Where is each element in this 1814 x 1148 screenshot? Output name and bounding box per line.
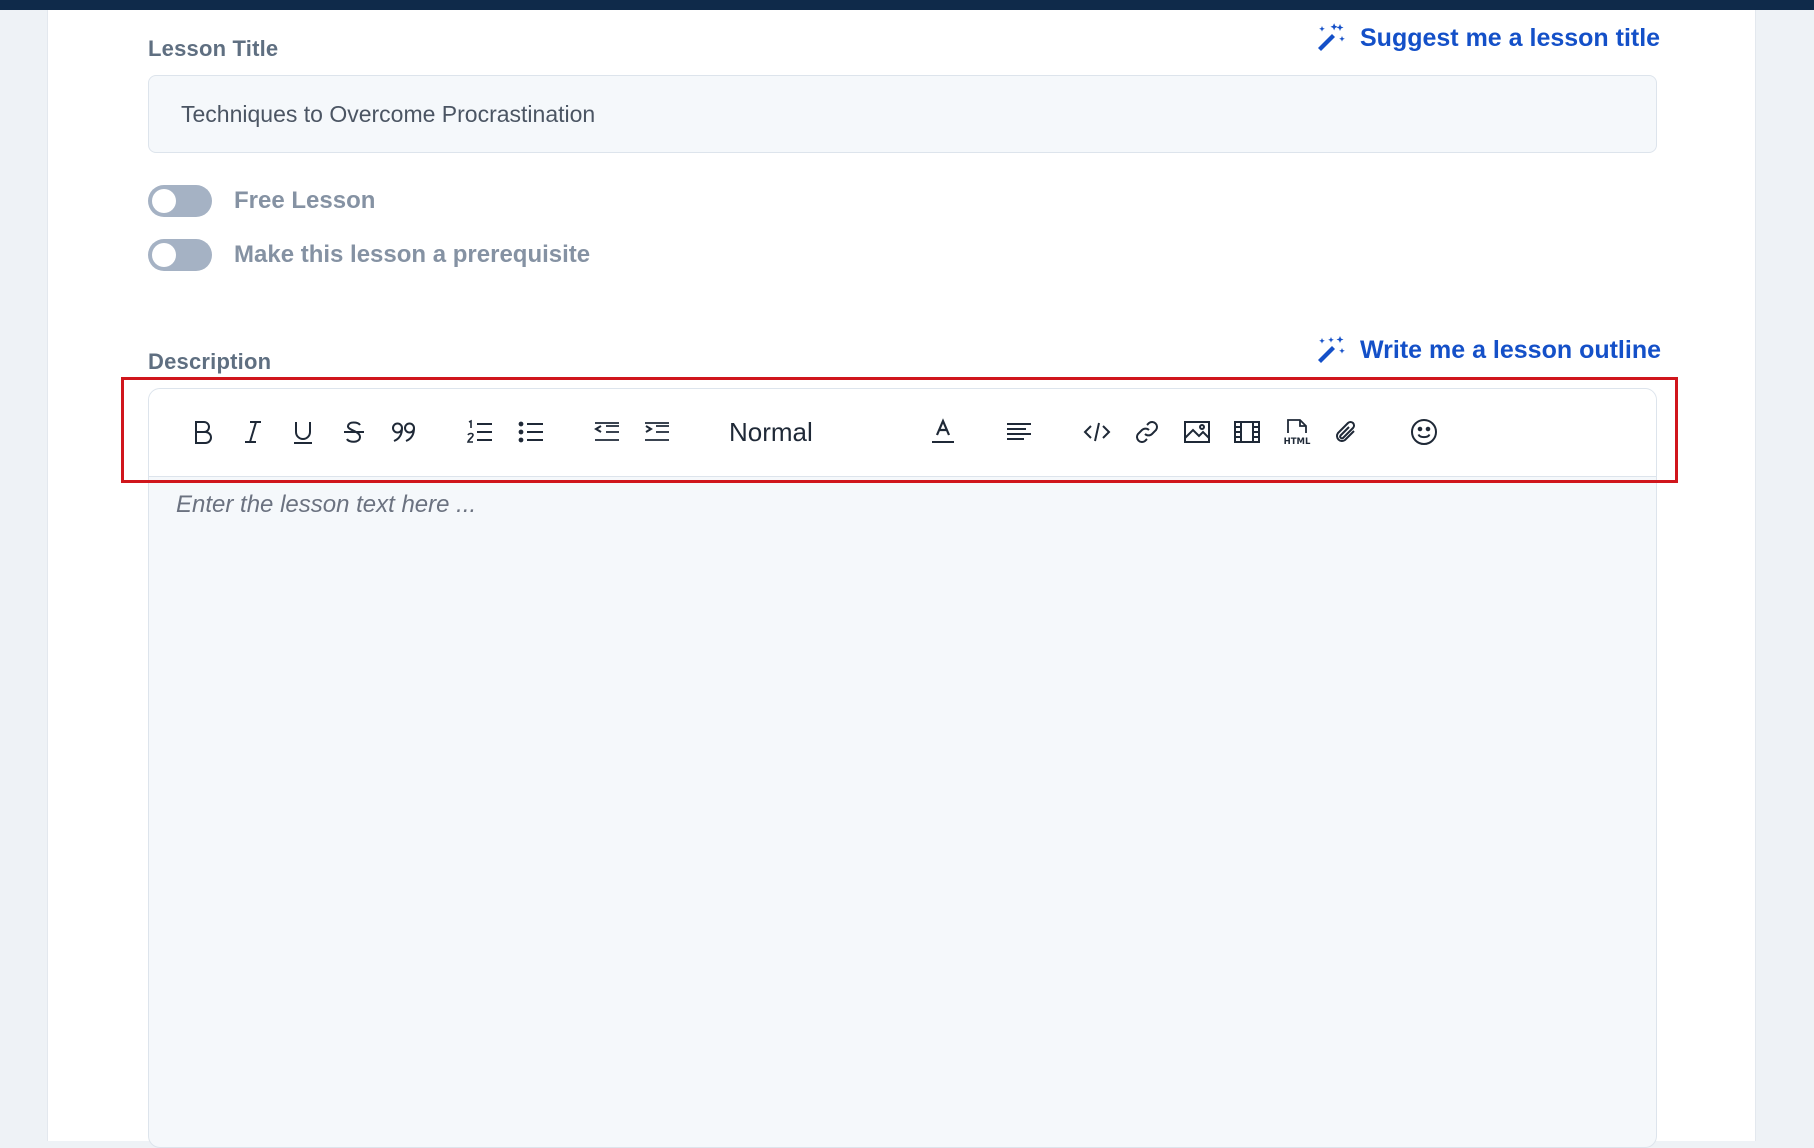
underline-button[interactable] (285, 414, 321, 450)
strikethrough-icon (344, 421, 364, 443)
rich-text-editor: Normal HTML Enter the lesson text here .… (148, 388, 1657, 1148)
magic-wand-icon (1318, 336, 1345, 363)
blockquote-icon (392, 422, 415, 442)
text-format-value: Normal (729, 416, 813, 447)
suggest-title-link[interactable]: Suggest me a lesson title (1314, 22, 1660, 54)
toggle-knob (152, 189, 176, 213)
outdent-icon (594, 422, 619, 441)
magic-wand-icon (1318, 23, 1345, 51)
lesson-title-input[interactable] (148, 75, 1657, 153)
bullet-list-button[interactable] (513, 414, 549, 450)
ordered-list-button[interactable] (462, 414, 498, 450)
editor-toolbar: Normal HTML (149, 389, 1656, 477)
video-icon (1234, 421, 1260, 443)
align-button[interactable] (1001, 414, 1037, 450)
html-button[interactable]: HTML (1279, 414, 1315, 450)
indent-icon (645, 422, 669, 441)
top-bar (0, 0, 1814, 10)
attachment-icon (1336, 420, 1356, 442)
ordered-list-icon (466, 419, 492, 443)
strikethrough-button[interactable] (336, 414, 372, 450)
free-lesson-label: Free Lesson (234, 187, 376, 214)
underline-icon (294, 422, 312, 444)
indent-button[interactable] (639, 414, 675, 450)
prerequisite-row: Make this lesson a prerequisite (148, 239, 590, 271)
code-icon (1083, 422, 1111, 442)
free-lesson-toggle[interactable] (148, 185, 212, 217)
link-icon (1136, 421, 1158, 443)
write-outline-text: Write me a lesson outline (1360, 335, 1662, 364)
outdent-button[interactable] (589, 414, 625, 450)
text-color-button[interactable] (925, 414, 961, 450)
html-icon: HTML (1284, 419, 1311, 447)
text-color-icon (932, 418, 954, 443)
editor-content-area[interactable]: Enter the lesson text here ... (149, 477, 1656, 1147)
link-button[interactable] (1129, 414, 1165, 450)
attachment-button[interactable] (1329, 414, 1365, 450)
svg-text:HTML: HTML (1284, 437, 1311, 447)
italic-icon (245, 421, 261, 443)
image-icon (1184, 421, 1210, 443)
emoji-icon (1411, 419, 1437, 445)
blockquote-button[interactable] (386, 414, 422, 450)
code-button[interactable] (1079, 414, 1115, 450)
emoji-button[interactable] (1406, 414, 1442, 450)
free-lesson-row: Free Lesson (148, 185, 375, 217)
text-format-select[interactable]: Normal (729, 413, 813, 451)
bold-button[interactable] (185, 414, 221, 450)
image-button[interactable] (1179, 414, 1215, 450)
align-icon (1007, 423, 1031, 440)
prerequisite-toggle[interactable] (148, 239, 212, 271)
bullet-list-icon (518, 421, 543, 443)
bold-icon (195, 421, 212, 444)
italic-button[interactable] (235, 414, 271, 450)
toggle-knob (152, 243, 176, 267)
video-button[interactable] (1229, 414, 1265, 450)
editor-placeholder: Enter the lesson text here ... (176, 491, 477, 518)
lesson-title-label: Lesson Title (148, 36, 279, 61)
write-outline-link[interactable]: Write me a lesson outline (1314, 334, 1661, 366)
prerequisite-label: Make this lesson a prerequisite (234, 241, 591, 268)
suggest-title-text: Suggest me a lesson title (1360, 23, 1661, 52)
description-label: Description (148, 349, 272, 374)
